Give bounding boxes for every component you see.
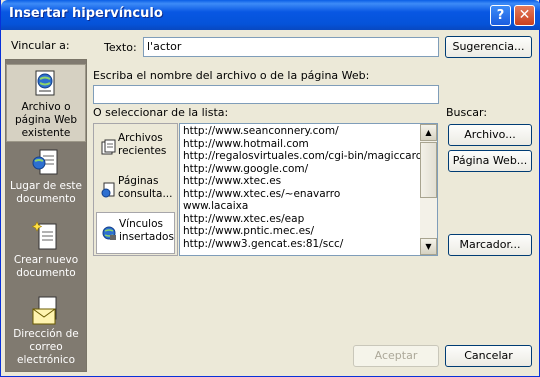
link-to-place-in-document-label: Lugar de este documento bbox=[9, 180, 83, 205]
window-title: Insertar hipervínculo bbox=[9, 6, 163, 21]
new-document-icon bbox=[32, 221, 57, 250]
recent-files-icon bbox=[101, 139, 116, 155]
web-page-icon bbox=[35, 70, 55, 96]
link-to-new-document[interactable]: Crear nuevo documento bbox=[6, 220, 86, 286]
link-to-new-document-label: Crear nuevo documento bbox=[13, 254, 79, 279]
link-to-existing-file[interactable]: Archivo o página Web existente bbox=[6, 64, 86, 142]
insert-hyperlink-dialog: Insertar hipervínculo ? ✕ Vincular a: Ar… bbox=[0, 0, 540, 377]
url-list[interactable]: http://www.seanconnery.com/ http://www.h… bbox=[179, 123, 438, 256]
list-category-panel: Archivos recientes Páginas consulta... V… bbox=[93, 123, 178, 256]
scroll-up-arrow[interactable]: ▲ bbox=[420, 124, 437, 141]
document-place-icon bbox=[32, 149, 58, 175]
list-item[interactable]: http://www.xtec.es/~enavarro bbox=[180, 188, 437, 201]
select-from-list-label: O seleccionar de la lista: bbox=[93, 106, 229, 119]
browsed-pages-icon bbox=[101, 182, 115, 198]
list-item[interactable]: http://www.xtec.es bbox=[180, 175, 437, 188]
list-item[interactable]: www.lacaixa bbox=[180, 200, 437, 213]
cancel-button[interactable]: Cancelar bbox=[445, 345, 532, 367]
help-button[interactable]: ? bbox=[490, 5, 511, 26]
display-text-label: Texto: bbox=[104, 41, 137, 54]
list-item[interactable]: http://www.xtec.es/eap bbox=[180, 213, 437, 226]
link-to-existing-file-label: Archivo o página Web existente bbox=[14, 101, 77, 139]
category-inserted-links[interactable]: Vínculos insertados bbox=[96, 212, 175, 254]
category-recent-files-label: Archivos recientes bbox=[118, 132, 167, 157]
list-item[interactable]: http://regalosvirtuales.com/cgi-bin/magi… bbox=[180, 150, 437, 163]
screentip-button[interactable]: Sugerencia... bbox=[445, 36, 532, 58]
category-browsed-pages-label: Páginas consulta... bbox=[118, 175, 173, 200]
list-item[interactable]: http://www.seanconnery.com/ bbox=[180, 125, 437, 138]
close-button[interactable]: ✕ bbox=[514, 5, 535, 26]
bookmark-button[interactable]: Marcador... bbox=[448, 234, 532, 256]
browse-file-button[interactable]: Archivo... bbox=[448, 124, 532, 146]
category-inserted-links-label: Vínculos insertados bbox=[119, 218, 174, 243]
display-text-field[interactable]: l'actor bbox=[143, 37, 439, 57]
list-item[interactable]: http://www3.gencat.es:81/scc/ bbox=[180, 238, 437, 251]
scroll-down-arrow[interactable]: ▼ bbox=[420, 238, 437, 255]
list-item[interactable]: http://www.google.com/ bbox=[180, 163, 437, 176]
category-recent-files[interactable]: Archivos recientes bbox=[96, 127, 175, 169]
email-icon bbox=[32, 296, 57, 325]
link-to-label: Vincular a: bbox=[11, 39, 70, 52]
link-to-place-in-document[interactable]: Lugar de este documento bbox=[6, 148, 86, 210]
browse-label: Buscar: bbox=[446, 106, 488, 119]
scroll-thumb[interactable] bbox=[420, 142, 437, 198]
title-bar[interactable]: Insertar hipervínculo ? ✕ bbox=[1, 0, 540, 30]
list-item[interactable]: http://www.hotmail.com bbox=[180, 138, 437, 151]
address-label: Escriba el nombre del archivo o de la pá… bbox=[93, 69, 370, 82]
link-to-email-address[interactable]: Dirección de correo electrónico bbox=[6, 296, 86, 372]
ok-button[interactable]: Aceptar bbox=[353, 345, 439, 367]
link-to-email-address-label: Dirección de correo electrónico bbox=[13, 328, 79, 366]
link-to-bar: Archivo o página Web existente Lugar de … bbox=[5, 59, 87, 372]
browse-web-button[interactable]: Página Web... bbox=[448, 150, 532, 172]
address-field[interactable] bbox=[93, 85, 439, 104]
vertical-scrollbar[interactable]: ▲ ▼ bbox=[420, 124, 437, 255]
inserted-links-icon bbox=[102, 226, 116, 240]
category-browsed-pages[interactable]: Páginas consulta... bbox=[96, 170, 175, 212]
list-item[interactable]: http://www.pntic.mec.es/ bbox=[180, 225, 437, 238]
